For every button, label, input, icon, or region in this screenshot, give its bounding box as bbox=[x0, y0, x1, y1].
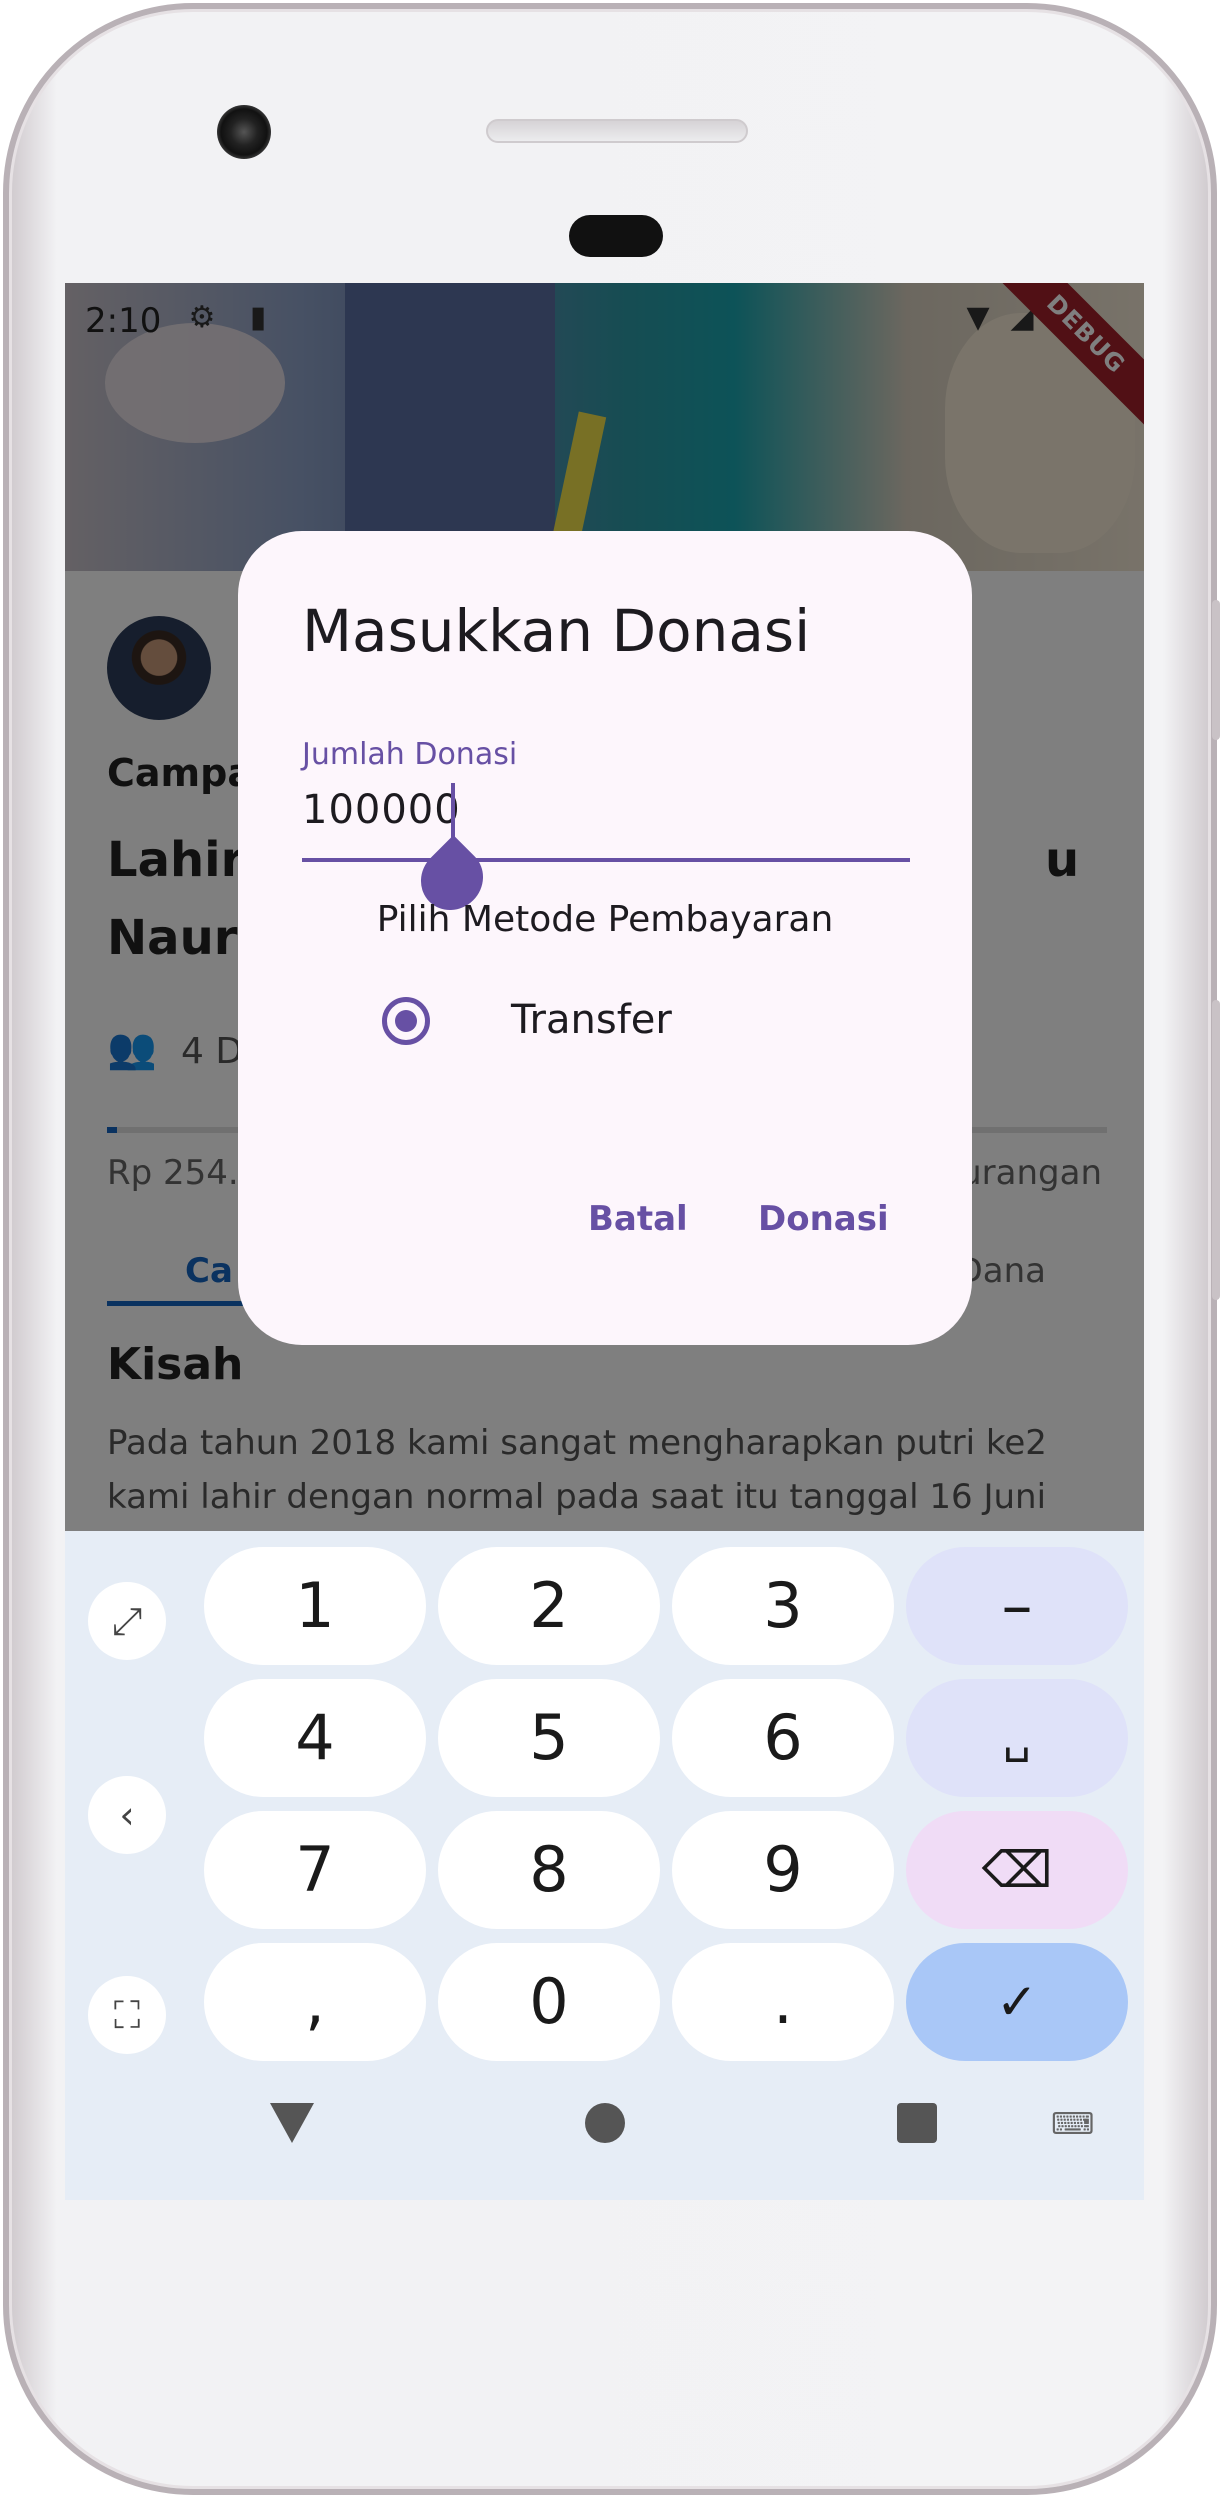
enter-key[interactable]: ✓ bbox=[906, 1943, 1128, 2061]
back-icon[interactable] bbox=[270, 2103, 314, 2143]
earpiece-speaker bbox=[486, 119, 748, 143]
recents-icon[interactable] bbox=[897, 2103, 937, 2143]
key-9[interactable]: 9 bbox=[672, 1811, 894, 1929]
key-0[interactable]: 0 bbox=[438, 1943, 660, 2061]
amount-field-underline bbox=[302, 858, 910, 862]
key-comma[interactable]: , bbox=[204, 1943, 426, 2061]
expand-icon[interactable]: ⤢ bbox=[88, 1582, 166, 1660]
chevron-left-icon[interactable]: ‹ bbox=[88, 1776, 166, 1854]
resize-icon[interactable]: ⛶ bbox=[88, 1976, 166, 2054]
donation-dialog: Masukkan Donasi Jumlah Donasi 100000 Pil… bbox=[238, 531, 972, 1345]
radio-selected-dot bbox=[395, 1010, 417, 1032]
radio-transfer[interactable] bbox=[382, 997, 430, 1045]
amount-input[interactable]: 100000 bbox=[302, 787, 461, 833]
key-1[interactable]: 1 bbox=[204, 1547, 426, 1665]
power-button bbox=[1212, 1000, 1220, 1300]
front-camera bbox=[217, 105, 271, 159]
numeric-keyboard: ⤢ ‹ ⛶ 1 2 3 – 4 5 6 ␣ 7 8 9 ⌫ , 0 . ✓ ⌨ bbox=[65, 1531, 1144, 2200]
amount-field-label: Jumlah Donasi bbox=[302, 737, 518, 772]
keyboard-icon[interactable]: ⌨ bbox=[1051, 2107, 1094, 2142]
key-8[interactable]: 8 bbox=[438, 1811, 660, 1929]
payment-option-transfer[interactable]: Transfer bbox=[511, 997, 672, 1043]
key-minus[interactable]: – bbox=[906, 1547, 1128, 1665]
key-7[interactable]: 7 bbox=[204, 1811, 426, 1929]
key-4[interactable]: 4 bbox=[204, 1679, 426, 1797]
donate-button[interactable]: Donasi bbox=[758, 1199, 889, 1239]
key-3[interactable]: 3 bbox=[672, 1547, 894, 1665]
backspace-key[interactable]: ⌫ bbox=[906, 1811, 1128, 1929]
key-space[interactable]: ␣ bbox=[906, 1679, 1128, 1797]
key-period[interactable]: . bbox=[672, 1943, 894, 2061]
key-6[interactable]: 6 bbox=[672, 1679, 894, 1797]
proximity-sensor bbox=[569, 215, 663, 257]
cancel-button[interactable]: Batal bbox=[588, 1199, 688, 1239]
key-2[interactable]: 2 bbox=[438, 1547, 660, 1665]
home-icon[interactable] bbox=[585, 2103, 625, 2143]
dialog-title: Masukkan Donasi bbox=[302, 597, 811, 665]
key-5[interactable]: 5 bbox=[438, 1679, 660, 1797]
volume-button bbox=[1212, 600, 1220, 740]
payment-method-label: Pilih Metode Pembayaran bbox=[376, 899, 834, 940]
device-screen: 2:10 ⚙ ▮ ▼ ◢ DEBUG Campa Lahir u Naura 👥… bbox=[65, 283, 1144, 2200]
